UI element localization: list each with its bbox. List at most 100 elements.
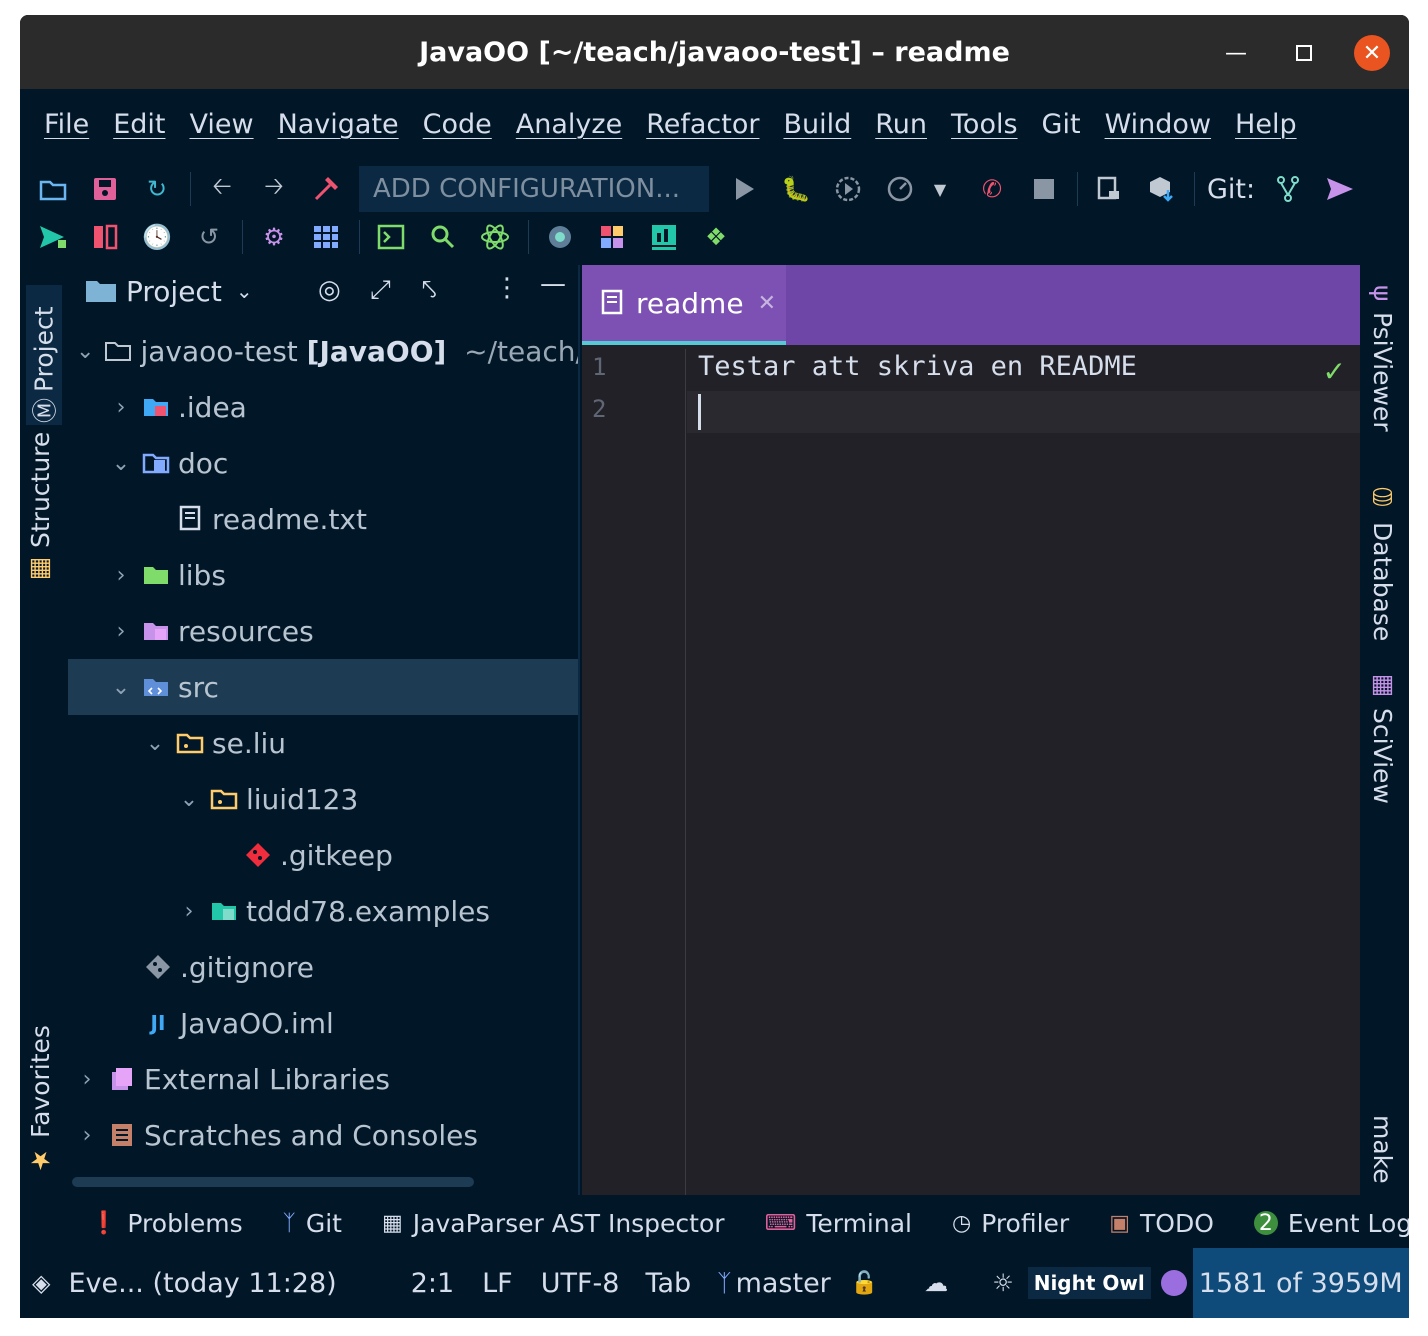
memory-indicator[interactable]: 1581 of 3959M: [1192, 1248, 1409, 1318]
tab-favorites[interactable]: ★ Favorites: [26, 1025, 55, 1175]
chevron-right-icon[interactable]: ›: [76, 1123, 98, 1148]
tab-todo[interactable]: ▣ TODO: [1109, 1209, 1214, 1238]
device-icon[interactable]: [1090, 170, 1128, 208]
tab-git[interactable]: ᛉ Git: [283, 1209, 342, 1238]
line-separator[interactable]: LF: [482, 1268, 513, 1299]
run-coverage-icon[interactable]: [829, 170, 867, 208]
theme-badge[interactable]: Night Owl: [1027, 1267, 1151, 1299]
tab-make[interactable]: make: [1368, 1115, 1397, 1184]
tab-psiviewer[interactable]: ψ PsiViewer: [1368, 285, 1397, 431]
rollback-icon[interactable]: ↺: [190, 218, 228, 256]
tree-item-external-libraries[interactable]: › External Libraries: [68, 1051, 578, 1107]
expand-all-icon[interactable]: ⤢: [370, 275, 391, 306]
menu-window[interactable]: Window: [1093, 109, 1223, 140]
tree-item-gitignore[interactable]: .gitignore: [68, 939, 578, 995]
analytics-icon[interactable]: [645, 218, 683, 256]
plugin-puzzle-icon[interactable]: ❖: [697, 218, 735, 256]
indent-setting[interactable]: Tab: [645, 1268, 691, 1299]
tree-item-libs[interactable]: › libs: [68, 547, 578, 603]
minimize-button[interactable]: —: [1218, 35, 1254, 71]
add-configuration-button[interactable]: ADD CONFIGURATION...: [359, 166, 709, 212]
profiler-icon[interactable]: [881, 170, 919, 208]
close-button[interactable]: ✕: [1354, 35, 1390, 71]
history-icon[interactable]: 🕓: [138, 218, 176, 256]
tree-item-liuid123[interactable]: ⌄ liuid123: [68, 771, 578, 827]
menu-refactor[interactable]: Refactor: [634, 109, 771, 140]
chevron-down-icon[interactable]: ⌄: [110, 451, 132, 476]
tab-project[interactable]: Ⓜ Project: [26, 285, 62, 427]
collapse-all-icon[interactable]: ⤣: [422, 275, 437, 306]
chevron-down-icon[interactable]: ▼: [921, 170, 959, 208]
compare-icon[interactable]: [86, 218, 124, 256]
locate-target-icon[interactable]: ◎: [318, 275, 341, 305]
settings-gear-icon[interactable]: ⚙: [255, 218, 293, 256]
sdk-download-icon[interactable]: [1142, 170, 1180, 208]
forward-icon[interactable]: 🡢: [255, 170, 293, 208]
maximize-button[interactable]: [1286, 35, 1322, 71]
cloud-settings-icon[interactable]: ☁: [924, 1269, 948, 1297]
notification-icon[interactable]: ☼: [992, 1269, 1014, 1297]
tree-item-javaoo-iml[interactable]: JI JavaOO.iml: [68, 995, 578, 1051]
tab-terminal[interactable]: ⌨ Terminal: [765, 1209, 912, 1238]
caret-position[interactable]: 2:1: [411, 1268, 454, 1299]
menu-run[interactable]: Run: [863, 109, 939, 140]
menu-build[interactable]: Build: [771, 109, 863, 140]
back-icon[interactable]: 🡠: [203, 170, 241, 208]
menu-code[interactable]: Code: [411, 109, 504, 140]
editor-tab-readme[interactable]: readme ✕: [582, 265, 786, 345]
tree-item-tddd78-examples[interactable]: › tddd78.examples: [68, 883, 578, 939]
tree-item-se-liu[interactable]: ⌄ se.liu: [68, 715, 578, 771]
project-panel-title[interactable]: Project: [126, 275, 222, 308]
tree-item-src[interactable]: ⌄ src: [68, 659, 578, 715]
menu-tools[interactable]: Tools: [939, 109, 1030, 140]
project-structure-icon[interactable]: [307, 218, 345, 256]
hide-panel-icon[interactable]: —: [540, 269, 566, 299]
menu-help[interactable]: Help: [1223, 109, 1309, 140]
chevron-down-icon[interactable]: ⌄: [110, 675, 132, 700]
file-encoding[interactable]: UTF-8: [541, 1268, 620, 1299]
save-icon[interactable]: [86, 170, 124, 208]
chevron-right-icon[interactable]: ›: [76, 1067, 98, 1092]
tab-event-log[interactable]: 2 Event Log: [1253, 1209, 1409, 1238]
chevron-down-icon[interactable]: ⌄: [178, 787, 200, 812]
tree-item-doc[interactable]: ⌄ doc: [68, 435, 578, 491]
git-commit-icon[interactable]: [34, 218, 72, 256]
atom-icon[interactable]: [476, 218, 514, 256]
git-branch-icon[interactable]: [1269, 170, 1307, 208]
menu-analyze[interactable]: Analyze: [504, 109, 634, 140]
run-icon[interactable]: [725, 170, 763, 208]
tree-item-scratches[interactable]: › Scratches and Consoles: [68, 1107, 578, 1163]
tab-problems[interactable]: ❗ Problems: [90, 1209, 243, 1238]
tree-item-idea[interactable]: › .idea: [68, 379, 578, 435]
tab-database[interactable]: ⛁ Database: [1368, 483, 1397, 641]
chevron-down-icon[interactable]: ⌄: [76, 339, 94, 364]
layers-icon[interactable]: ◈: [32, 1269, 50, 1297]
attach-debugger-icon[interactable]: ✆: [973, 170, 1011, 208]
chevron-right-icon[interactable]: ›: [110, 563, 132, 588]
chevron-right-icon[interactable]: ›: [110, 395, 132, 420]
code-line-1[interactable]: Testar att skriva en README: [698, 351, 1137, 382]
tree-item-resources[interactable]: › resources: [68, 603, 578, 659]
chevron-down-icon[interactable]: ⌄: [144, 731, 166, 756]
chevron-right-icon[interactable]: ›: [110, 619, 132, 644]
tab-sciview[interactable]: ▦ SciView: [1368, 669, 1397, 804]
tree-item-root[interactable]: ⌄ javaoo-test [JavaOO] ~/teach/ja: [68, 323, 578, 379]
terminal-icon[interactable]: [372, 218, 410, 256]
record-icon[interactable]: [541, 218, 579, 256]
chevron-right-icon[interactable]: ›: [178, 899, 200, 924]
menu-edit[interactable]: Edit: [101, 109, 177, 140]
sync-icon[interactable]: ↻: [138, 170, 176, 208]
close-icon[interactable]: ✕: [758, 291, 776, 316]
stop-icon[interactable]: [1025, 170, 1063, 208]
menu-git[interactable]: Git: [1030, 109, 1093, 140]
tree-item-gitkeep[interactable]: .gitkeep: [68, 827, 578, 883]
open-folder-icon[interactable]: [34, 170, 72, 208]
git-branch[interactable]: master: [736, 1268, 831, 1299]
horizontal-scrollbar[interactable]: [72, 1177, 474, 1187]
tab-profiler[interactable]: ◷ Profiler: [952, 1209, 1069, 1238]
git-push-icon[interactable]: [1321, 170, 1359, 208]
event-status[interactable]: Eve... (today 11:28): [68, 1268, 336, 1299]
menu-view[interactable]: View: [177, 109, 265, 140]
tab-structure[interactable]: ▦ Structure: [26, 432, 55, 585]
menu-file[interactable]: File: [32, 109, 101, 140]
